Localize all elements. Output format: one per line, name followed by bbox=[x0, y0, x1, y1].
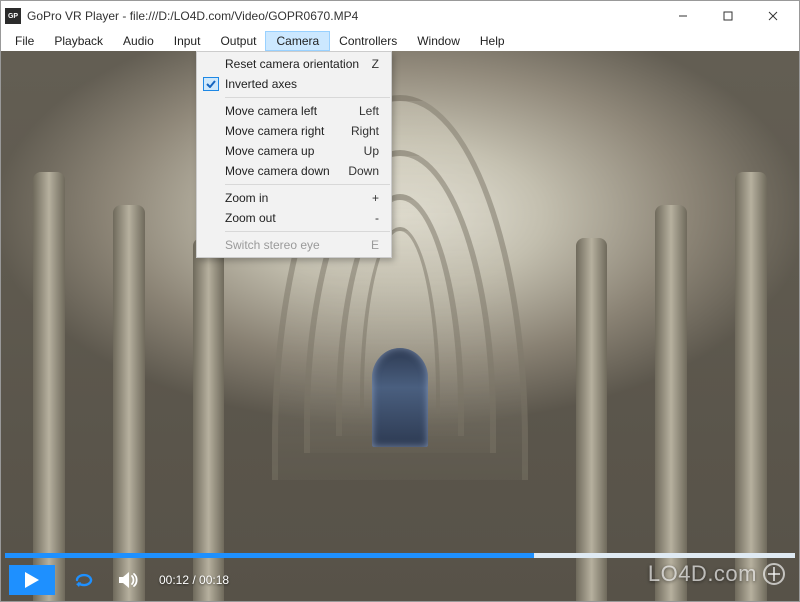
menu-item-shortcut: Up bbox=[364, 144, 379, 158]
camera-menu-dropdown: Reset camera orientation Z Inverted axes… bbox=[196, 51, 392, 258]
menu-item-shortcut: Right bbox=[351, 124, 379, 138]
progress-bar[interactable] bbox=[5, 553, 795, 558]
menu-item-shortcut: Left bbox=[359, 104, 379, 118]
menu-item-shortcut: Z bbox=[372, 57, 379, 71]
menu-playback[interactable]: Playback bbox=[44, 32, 113, 50]
menu-item-shortcut: E bbox=[371, 238, 379, 252]
globe-icon bbox=[763, 563, 785, 585]
menu-separator bbox=[225, 97, 390, 98]
play-button[interactable] bbox=[9, 565, 55, 595]
minimize-button[interactable] bbox=[660, 2, 705, 30]
video-frame bbox=[1, 51, 799, 601]
menu-help[interactable]: Help bbox=[470, 32, 515, 50]
check-icon bbox=[203, 77, 219, 91]
window-title: GoPro VR Player - file:///D:/LO4D.com/Vi… bbox=[27, 9, 358, 23]
menu-item-label: Zoom out bbox=[225, 211, 276, 225]
volume-button[interactable] bbox=[115, 566, 143, 594]
menu-separator bbox=[225, 184, 390, 185]
loop-icon bbox=[74, 571, 96, 589]
menu-controllers[interactable]: Controllers bbox=[329, 32, 407, 50]
time-display: 00:12 / 00:18 bbox=[159, 573, 229, 587]
menu-item-label: Inverted axes bbox=[225, 77, 297, 91]
menu-item-shortcut: + bbox=[372, 191, 379, 205]
menu-input[interactable]: Input bbox=[164, 32, 211, 50]
menu-output[interactable]: Output bbox=[210, 32, 266, 50]
menu-item-label: Reset camera orientation bbox=[225, 57, 359, 71]
app-icon: GP bbox=[5, 8, 21, 24]
menu-reset-camera-orientation[interactable]: Reset camera orientation Z bbox=[197, 54, 391, 74]
video-viewport[interactable]: Reset camera orientation Z Inverted axes… bbox=[1, 51, 799, 601]
menu-item-label: Move camera right bbox=[225, 124, 324, 138]
play-icon bbox=[25, 572, 39, 588]
menu-item-label: Zoom in bbox=[225, 191, 268, 205]
progress-fill bbox=[5, 553, 534, 558]
menu-camera[interactable]: Camera bbox=[266, 32, 329, 50]
menu-item-shortcut: - bbox=[375, 211, 379, 225]
window-controls bbox=[660, 2, 795, 30]
menu-separator bbox=[225, 231, 390, 232]
menu-item-label: Move camera left bbox=[225, 104, 317, 118]
menu-switch-stereo-eye: Switch stereo eye E bbox=[197, 235, 391, 255]
menu-item-label: Switch stereo eye bbox=[225, 238, 320, 252]
menu-move-camera-up[interactable]: Move camera up Up bbox=[197, 141, 391, 161]
watermark-text: LO4D.com bbox=[648, 561, 757, 587]
maximize-button[interactable] bbox=[705, 2, 750, 30]
menu-window[interactable]: Window bbox=[407, 32, 470, 50]
menu-zoom-in[interactable]: Zoom in + bbox=[197, 188, 391, 208]
app-window: GP GoPro VR Player - file:///D:/LO4D.com… bbox=[0, 0, 800, 602]
titlebar: GP GoPro VR Player - file:///D:/LO4D.com… bbox=[1, 1, 799, 31]
menu-item-label: Move camera down bbox=[225, 164, 330, 178]
menu-item-label: Move camera up bbox=[225, 144, 314, 158]
menu-audio[interactable]: Audio bbox=[113, 32, 164, 50]
loop-button[interactable] bbox=[71, 566, 99, 594]
menu-move-camera-right[interactable]: Move camera right Right bbox=[197, 121, 391, 141]
menu-inverted-axes[interactable]: Inverted axes bbox=[197, 74, 391, 94]
menu-move-camera-down[interactable]: Move camera down Down bbox=[197, 161, 391, 181]
menu-item-shortcut: Down bbox=[348, 164, 379, 178]
watermark: LO4D.com bbox=[648, 561, 785, 587]
menu-file[interactable]: File bbox=[5, 32, 44, 50]
menu-zoom-out[interactable]: Zoom out - bbox=[197, 208, 391, 228]
close-button[interactable] bbox=[750, 2, 795, 30]
menu-move-camera-left[interactable]: Move camera left Left bbox=[197, 101, 391, 121]
volume-icon bbox=[119, 571, 139, 589]
menubar: File Playback Audio Input Output Camera … bbox=[1, 31, 799, 51]
